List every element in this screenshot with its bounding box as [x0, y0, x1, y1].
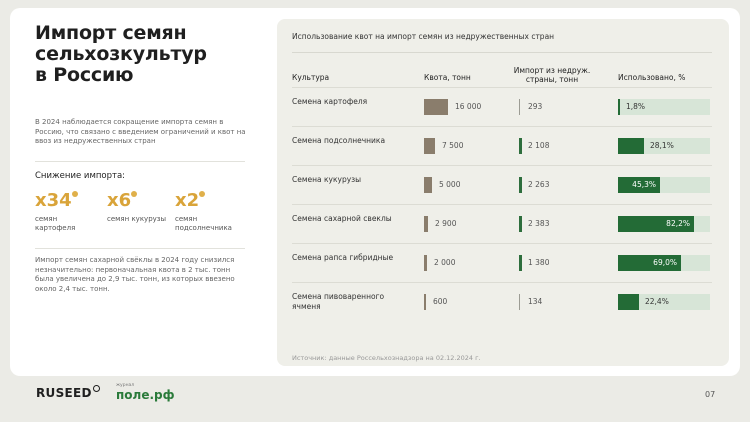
used-bar-track: 1,8%	[618, 98, 710, 115]
registered-icon	[93, 385, 100, 392]
pole-logo: поле.рф	[116, 388, 175, 402]
column-header-crop: Культура	[292, 73, 330, 82]
used-bar	[618, 293, 639, 310]
quota-panel: Использование квот на импорт семян из не…	[277, 19, 729, 366]
quota-value: 16 000	[455, 101, 482, 111]
used-bar-track: 82,2%	[618, 215, 710, 232]
panel-rule	[292, 52, 712, 53]
import-bar	[519, 98, 520, 115]
multiplier-number: x2	[175, 190, 200, 211]
slide-title: Импорт семян сельхозкультур в Россию	[35, 22, 207, 86]
used-value: 22,4%	[645, 296, 669, 306]
multiplier-label: семян кукурузы	[107, 215, 167, 223]
dot-icon	[71, 191, 78, 197]
crop-label: Семена сахарной свеклы	[292, 213, 392, 223]
multiplier-label: семян подсолнечника	[175, 215, 232, 232]
crop-label: Семена подсолнечника	[292, 135, 386, 145]
intro-text: В 2024 наблюдается сокращение импорта се…	[35, 118, 246, 145]
quota-bar	[424, 176, 432, 193]
import-value: 2 383	[528, 218, 550, 228]
quota-value: 600	[433, 296, 448, 306]
multiplier-number: x6	[107, 190, 132, 211]
used-value: 1,8%	[626, 101, 646, 111]
used-bar	[618, 137, 644, 154]
import-value: 1 380	[528, 257, 550, 267]
import-bar	[519, 254, 522, 271]
row-divider	[292, 126, 712, 127]
multiplier-value: x2	[175, 190, 206, 211]
crop-label: Семена кукурузы	[292, 174, 362, 184]
crop-label: Семена картофеля	[292, 96, 368, 106]
import-bar	[519, 215, 522, 232]
row-divider	[292, 243, 712, 244]
multiplier-sunflower: x2 семян подсолнечника	[175, 191, 237, 232]
reduction-heading: Снижение импорта:	[35, 171, 126, 181]
quota-bar	[424, 254, 427, 271]
quota-value: 2 900	[435, 218, 457, 228]
quota-bar	[424, 215, 428, 232]
used-value: 45,3%	[632, 179, 656, 189]
import-value: 2 108	[528, 140, 550, 150]
panel-title: Использование квот на импорт семян из не…	[292, 32, 555, 41]
quota-value: 2 000	[434, 257, 456, 267]
ruseed-logo: RUSEED	[36, 386, 92, 400]
divider	[35, 161, 245, 162]
column-header-used: Использовано, %	[618, 73, 686, 82]
used-bar-track: 69,0%	[618, 254, 710, 271]
column-header-import: Импорт из недруж. страны, тонн	[513, 66, 591, 84]
import-bar	[519, 293, 520, 310]
import-value: 134	[528, 296, 543, 306]
quota-bar	[424, 98, 448, 115]
source-note: Источник: данные Россельхознадзора на 02…	[292, 354, 481, 362]
multiplier-value: x6	[107, 190, 138, 211]
dot-icon	[199, 191, 206, 197]
quota-bar	[424, 293, 426, 310]
multiplier-potato: x34 семян картофеля	[35, 191, 97, 232]
used-bar-track: 45,3%	[618, 176, 710, 193]
left-column: Импорт семян сельхозкультур в Россию В 2…	[35, 22, 250, 293]
used-value: 69,0%	[653, 257, 677, 267]
dot-icon	[131, 191, 138, 197]
row-divider	[292, 165, 712, 166]
column-header-quota: Квота, тонн	[424, 73, 471, 82]
used-bar	[618, 98, 620, 115]
quota-value: 5 000	[439, 179, 461, 189]
row-divider	[292, 204, 712, 205]
used-value: 82,2%	[666, 218, 690, 228]
multiplier-value: x34	[35, 190, 78, 211]
crop-label: Семена рапса гибридные	[292, 252, 394, 262]
multiplier-corn: x6 семян кукурузы	[107, 191, 169, 224]
import-value: 2 263	[528, 179, 550, 189]
multiplier-label: семян картофеля	[35, 215, 76, 232]
multiplier-number: x34	[35, 190, 72, 211]
beet-note: Импорт семян сахарной свёклы в 2024 году…	[35, 256, 235, 293]
row-divider	[292, 282, 712, 283]
used-value: 28,1%	[650, 140, 674, 150]
quota-value: 7 500	[442, 140, 464, 150]
divider	[35, 248, 245, 249]
used-bar-track: 22,4%	[618, 293, 710, 310]
header-rule	[292, 87, 712, 88]
import-value: 293	[528, 101, 543, 111]
crop-label: Семена пивоваренного ячменя	[292, 291, 385, 311]
slide-card: Импорт семян сельхозкультур в Россию В 2…	[10, 8, 740, 376]
page-number: 07	[705, 390, 716, 399]
used-bar-track: 28,1%	[618, 137, 710, 154]
import-bar	[519, 137, 522, 154]
quota-bar	[424, 137, 435, 154]
import-bar	[519, 176, 522, 193]
